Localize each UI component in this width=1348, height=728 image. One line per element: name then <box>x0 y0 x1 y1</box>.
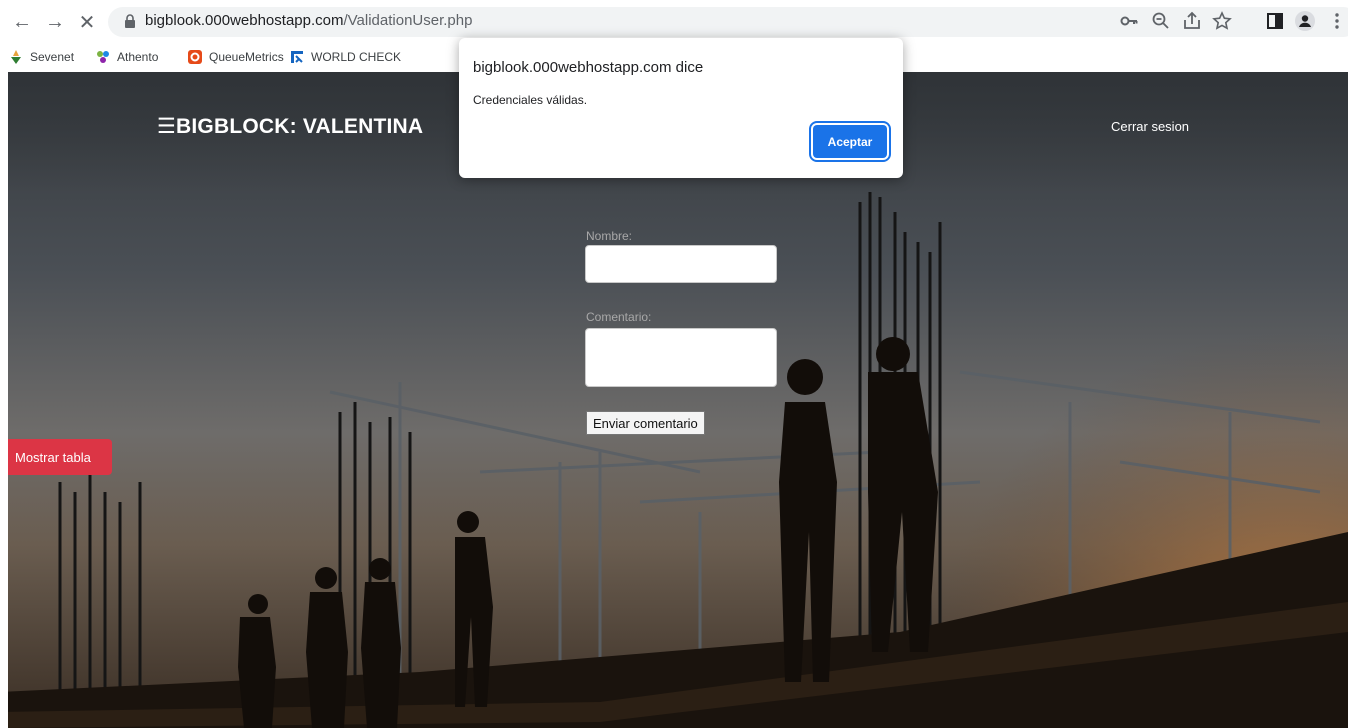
send-comment-button[interactable]: Enviar comentario <box>586 411 705 435</box>
worldcheck-icon <box>291 51 303 63</box>
back-icon[interactable]: ← <box>10 10 34 34</box>
bookmark-athento[interactable]: Athento <box>95 49 158 65</box>
share-icon[interactable] <box>1181 10 1203 32</box>
sevenet-icon <box>11 50 21 64</box>
comment-textarea[interactable] <box>585 328 777 387</box>
accept-button[interactable]: Aceptar <box>809 121 891 162</box>
bookmark-sevenet[interactable]: Sevenet <box>8 49 74 65</box>
url-text[interactable]: bigblook.000webhostapp.com/ValidationUse… <box>145 12 472 29</box>
url-path: /ValidationUser.php <box>343 12 473 29</box>
page-left-edge <box>0 72 8 728</box>
sidepanel-icon[interactable] <box>1264 10 1286 32</box>
athento-icon <box>97 51 109 63</box>
queuemetrics-icon <box>188 50 202 64</box>
comment-label: Comentario: <box>586 310 652 324</box>
lock-icon <box>125 14 135 28</box>
bookmark-label: QueueMetrics <box>209 50 284 64</box>
stop-icon[interactable]: ✕ <box>75 10 99 34</box>
bookmark-label: Athento <box>117 50 159 64</box>
name-label: Nombre: <box>586 229 633 243</box>
key-icon[interactable] <box>1118 10 1140 32</box>
alert-dialog: bigblook.000webhostapp.com dice Credenci… <box>459 38 903 178</box>
dialog-title: bigblook.000webhostapp.com dice <box>473 59 704 76</box>
star-icon[interactable] <box>1211 10 1233 32</box>
forward-icon[interactable]: → <box>43 10 67 34</box>
bookmark-worldcheck[interactable]: WORLD CHECK <box>289 49 401 65</box>
name-input[interactable] <box>585 245 777 283</box>
zoom-icon[interactable] <box>1150 10 1172 32</box>
brand-title[interactable]: ☰BIGBLOCK: VALENTINA <box>157 114 423 139</box>
show-table-button[interactable]: Mostrar tabla <box>8 439 112 475</box>
url-host: bigblook.000webhostapp.com <box>145 12 344 29</box>
bookmark-queuemetrics[interactable]: QueueMetrics <box>187 49 284 65</box>
menu-icon[interactable] <box>1326 10 1348 32</box>
dialog-message: Credenciales válidas. <box>473 93 588 107</box>
profile-icon[interactable] <box>1294 10 1316 32</box>
bookmark-label: WORLD CHECK <box>311 50 402 64</box>
logout-link[interactable]: Cerrar sesion <box>1111 119 1189 134</box>
bookmark-label: Sevenet <box>30 50 75 64</box>
